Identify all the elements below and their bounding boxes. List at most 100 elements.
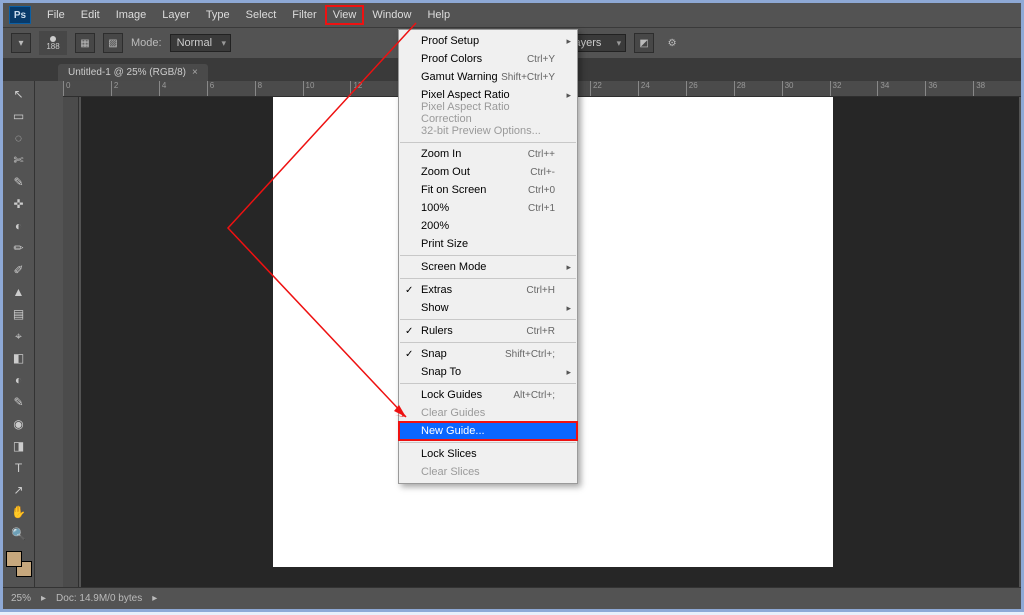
tool-1[interactable]: ▭ xyxy=(7,106,31,126)
menu-image[interactable]: Image xyxy=(108,5,155,25)
menu-item-snap[interactable]: Snap Shift+Ctrl+; xyxy=(399,345,577,363)
menu-item-snap-to[interactable]: Snap To xyxy=(399,363,577,381)
menu-select[interactable]: Select xyxy=(238,5,285,25)
tool-5[interactable]: ✜ xyxy=(7,194,31,214)
tool-6[interactable]: ◐ xyxy=(7,216,31,236)
ruler-tick: 0 xyxy=(63,81,111,96)
menu-item-extras[interactable]: Extras Ctrl+H xyxy=(399,281,577,299)
pressure-icon[interactable]: ⚙ xyxy=(662,33,682,53)
tool-17[interactable]: T xyxy=(7,458,31,478)
menu-item-label: Snap xyxy=(421,348,447,360)
ruler-tick: 10 xyxy=(303,81,351,96)
menu-item-screen-mode[interactable]: Screen Mode xyxy=(399,258,577,276)
ruler-tick: 26 xyxy=(686,81,734,96)
ruler-tick: 4 xyxy=(159,81,207,96)
menu-layer[interactable]: Layer xyxy=(154,5,198,25)
menu-item-fit-on-screen[interactable]: Fit on ScreenCtrl+0 xyxy=(399,181,577,199)
tool-11[interactable]: ⌖ xyxy=(7,326,31,346)
blend-mode-select[interactable]: Normal xyxy=(170,34,231,52)
menu-item-new-guide[interactable]: New Guide... xyxy=(399,422,577,440)
menu-item-lock-slices[interactable]: Lock Slices xyxy=(399,445,577,463)
menu-item-shortcut: Ctrl+- xyxy=(530,167,555,178)
status-bar: 25% ▸ Doc: 14.9M/0 bytes ▸ xyxy=(3,587,1021,609)
tool-2[interactable]: ◌ xyxy=(7,128,31,148)
tool-16[interactable]: ◨ xyxy=(7,436,31,456)
menu-item-label: Pixel Aspect Ratio xyxy=(421,89,510,101)
menu-edit[interactable]: Edit xyxy=(73,5,108,25)
menu-item-zoom-out[interactable]: Zoom Out Ctrl+- xyxy=(399,163,577,181)
menu-item-label: Show xyxy=(421,302,449,314)
close-tab-icon[interactable]: × xyxy=(192,67,198,78)
menu-type[interactable]: Type xyxy=(198,5,238,25)
ruler-tick: 38 xyxy=(973,81,1021,96)
menu-item-label: Zoom In xyxy=(421,148,461,160)
ruler-tick: 30 xyxy=(782,81,830,96)
brush-size-value: 188 xyxy=(46,42,59,51)
menu-item-label: Zoom Out xyxy=(421,166,470,178)
menu-item-gamut-warning[interactable]: Gamut WarningShift+Ctrl+Y xyxy=(399,68,577,86)
tool-12[interactable]: ◧ xyxy=(7,348,31,368)
menu-item-label: Clear Guides xyxy=(421,407,485,419)
tool-15[interactable]: ◉ xyxy=(7,414,31,434)
ignore-adjustment-icon[interactable]: ◩ xyxy=(634,33,654,53)
menu-help[interactable]: Help xyxy=(419,5,458,25)
menubar: Ps FileEditImageLayerTypeSelectFilterVie… xyxy=(3,3,1021,27)
menu-item-print-size[interactable]: Print Size xyxy=(399,235,577,253)
tool-20[interactable]: 🔍 xyxy=(7,524,31,544)
menu-item-shortcut: Shift+Ctrl+; xyxy=(505,349,555,360)
menu-item-100[interactable]: 100%Ctrl+1 xyxy=(399,199,577,217)
menu-file[interactable]: File xyxy=(39,5,73,25)
brush-settings-icon[interactable]: ▨ xyxy=(103,33,123,53)
tool-18[interactable]: ↗ xyxy=(7,480,31,500)
menu-item-shortcut: Ctrl+H xyxy=(526,285,555,296)
expand-arrow-icon[interactable]: ▸ xyxy=(152,593,157,604)
menu-item-label: Snap To xyxy=(421,366,461,378)
menu-view[interactable]: View xyxy=(325,5,365,25)
menu-item-shortcut: Shift+Ctrl+Y xyxy=(501,72,555,83)
menu-item-rulers[interactable]: RulersCtrl+R xyxy=(399,322,577,340)
tool-preset-icon[interactable]: ▾ xyxy=(11,33,31,53)
menu-filter[interactable]: Filter xyxy=(284,5,324,25)
ruler-tick: 34 xyxy=(877,81,925,96)
tool-0[interactable]: ↖ xyxy=(7,84,31,104)
view-menu-dropdown: Proof Setup Proof Colors Ctrl+Y Gamut Warni… xyxy=(398,29,578,484)
menu-item-label: Lock Guides xyxy=(421,389,482,401)
tool-7[interactable]: ✏ xyxy=(7,238,31,258)
menu-item-32-bit-preview-options: 32-bit Preview Options... xyxy=(399,122,577,140)
menu-item-label: Extras xyxy=(421,284,452,296)
brush-preview[interactable]: 188 xyxy=(39,31,67,55)
document-tab-title: Untitled-1 @ 25% (RGB/8) xyxy=(68,67,186,78)
doc-size-info[interactable]: Doc: 14.9M/0 bytes xyxy=(56,593,142,604)
tool-13[interactable]: ◐ xyxy=(7,370,31,390)
menu-item-clear-guides: Clear Guides xyxy=(399,404,577,422)
menu-item-200[interactable]: 200% xyxy=(399,217,577,235)
menu-item-label: 100% xyxy=(421,202,449,214)
foreground-background-swatch[interactable] xyxy=(6,551,32,577)
ruler-vertical[interactable] xyxy=(63,97,79,587)
menu-item-label: 32-bit Preview Options... xyxy=(421,125,541,137)
tool-19[interactable]: ✋ xyxy=(7,502,31,522)
tool-3[interactable]: ✄ xyxy=(7,150,31,170)
expand-arrow-icon[interactable]: ▸ xyxy=(41,593,46,604)
ruler-tick: 32 xyxy=(830,81,878,96)
menu-item-shortcut: Ctrl++ xyxy=(528,149,555,160)
ruler-tick: 2 xyxy=(111,81,159,96)
tool-4[interactable]: ✎ xyxy=(7,172,31,192)
menu-item-lock-guides[interactable]: Lock GuidesAlt+Ctrl+; xyxy=(399,386,577,404)
menu-item-show[interactable]: Show xyxy=(399,299,577,317)
menu-item-shortcut: Ctrl+Y xyxy=(527,54,555,65)
tool-8[interactable]: ✐ xyxy=(7,260,31,280)
menu-item-label: Proof Colors xyxy=(421,53,482,65)
tool-9[interactable]: ▲ xyxy=(7,282,31,302)
document-tab[interactable]: Untitled-1 @ 25% (RGB/8) × xyxy=(58,64,208,81)
menu-item-zoom-in[interactable]: Zoom In Ctrl++ xyxy=(399,145,577,163)
menu-item-label: Clear Slices xyxy=(421,466,480,478)
menu-window[interactable]: Window xyxy=(364,5,419,25)
zoom-level[interactable]: 25% xyxy=(11,593,31,604)
mode-label: Mode: xyxy=(131,37,162,49)
tool-10[interactable]: ▤ xyxy=(7,304,31,324)
brush-panel-icon[interactable]: ▦ xyxy=(75,33,95,53)
menu-item-proof-setup[interactable]: Proof Setup xyxy=(399,32,577,50)
menu-item-proof-colors[interactable]: Proof Colors Ctrl+Y xyxy=(399,50,577,68)
tool-14[interactable]: ✎ xyxy=(7,392,31,412)
